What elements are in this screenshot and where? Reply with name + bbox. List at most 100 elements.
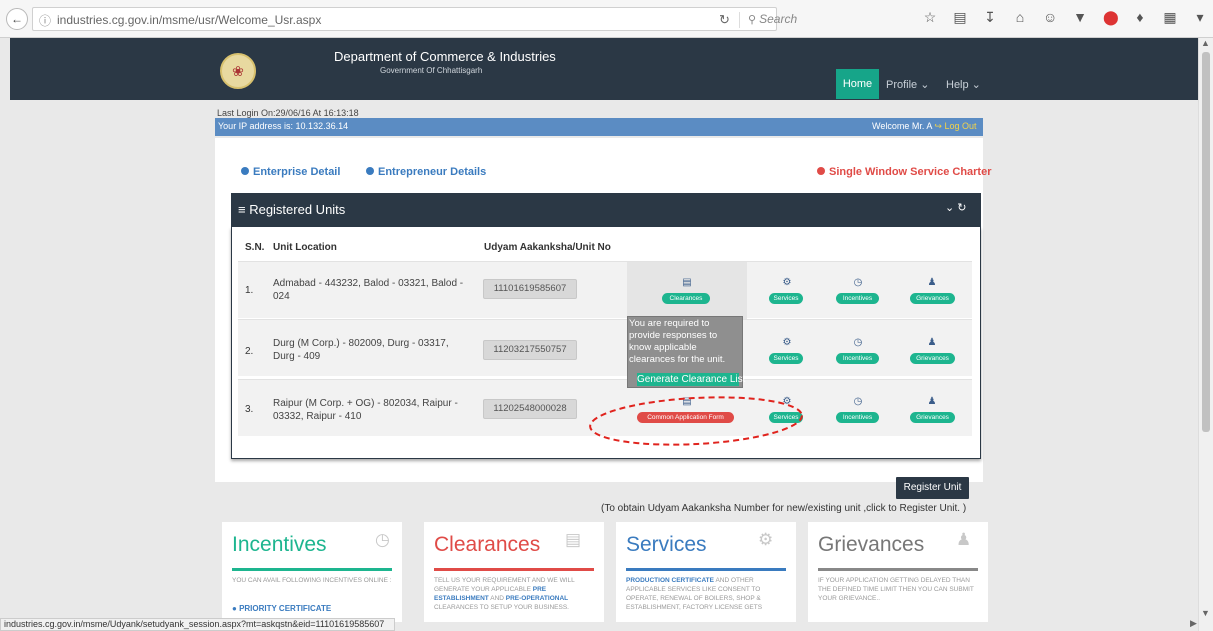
row-location: Raipur (M Corp. + OG) - 802034, Raipur -… — [273, 398, 458, 422]
welcome-message: Welcome Mr. A ↪ Log Out — [872, 121, 976, 132]
adblock-icon[interactable]: ⬤ — [1103, 9, 1119, 29]
services-tile-title: Services — [626, 533, 707, 556]
row-sn: 1. — [245, 285, 254, 296]
user-icon: ♟ — [956, 530, 972, 549]
logout-link[interactable]: Log Out — [944, 121, 976, 131]
search-placeholder: Search — [759, 12, 798, 26]
clearances-tile-text: TELL US YOUR REQUIREMENT AND WE WILL GEN… — [434, 577, 575, 611]
row-location: Admabad - 443232, Balod - 03321, Balod -… — [273, 278, 464, 302]
clock-icon: ◷ — [853, 396, 863, 407]
department-title: Department of Commerce & Industries — [334, 49, 556, 64]
nav-help[interactable]: Help ⌄ — [946, 78, 981, 91]
enterprise-detail-link[interactable]: Enterprise Detail — [241, 166, 340, 178]
grievances-button[interactable]: Grievances — [910, 353, 955, 364]
reload-icon[interactable]: ↻ — [719, 12, 730, 28]
registered-units-title: ≡ Registered Units — [238, 202, 346, 217]
download-icon[interactable]: ↧ — [983, 9, 997, 29]
row-location: Durg (M Corp.) - 802009, Durg - 03317, D… — [273, 338, 449, 362]
clearances-cell[interactable] — [627, 262, 747, 319]
status-bar-url: industries.cg.gov.in/msme/Udyank/setudya… — [0, 618, 395, 631]
incentives-tile-text: YOU CAN AVAIL FOLLOWING INCENTIVES ONLIN… — [232, 577, 392, 584]
star-icon[interactable]: ☆ — [923, 9, 937, 29]
services-button[interactable]: Services — [769, 353, 803, 364]
row-sn: 2. — [245, 346, 254, 357]
nav-profile[interactable]: Profile ⌄ — [886, 78, 929, 91]
search-icon: ⚲ — [748, 14, 757, 26]
service-charter-label: Single Window Service Charter — [829, 166, 992, 178]
home-icon[interactable]: ⌂ — [1013, 9, 1027, 29]
scroll-right-icon[interactable]: ▶ — [1190, 618, 1197, 629]
incentives-button[interactable]: Incentives — [836, 293, 879, 304]
page-icon[interactable]: ▦ — [1163, 9, 1177, 29]
services-button[interactable]: Services — [769, 293, 803, 304]
annotation-ellipse — [589, 396, 803, 446]
user-icon: ♟ — [927, 337, 937, 348]
row-unit-no: 11101619585607 — [483, 279, 577, 299]
search-input[interactable]: ⚲ Search — [739, 12, 949, 28]
incentives-tile-title: Incentives — [232, 533, 327, 556]
scroll-up-icon[interactable]: ▲ — [1201, 38, 1210, 48]
clearances-tile-title: Clearances — [434, 533, 541, 556]
last-login: Last Login On:29/06/16 At 16:13:18 — [217, 108, 359, 118]
user-icon: ♟ — [927, 277, 937, 288]
browser-icons: ☆ ▤ ↧ ⌂ ☺ ▼ ⬤ ♦ ▦ ▾ ≡ — [923, 9, 1213, 29]
register-unit-button[interactable]: Register Unit — [896, 477, 969, 499]
incentives-tile-bar — [232, 568, 392, 571]
bullet-icon — [366, 167, 374, 175]
entrepreneur-details-label: Entrepreneur Details — [378, 166, 487, 178]
nav-home[interactable]: Home — [836, 69, 879, 99]
grievances-button[interactable]: Grievances — [910, 412, 955, 423]
scroll-down-icon[interactable]: ▼ — [1201, 608, 1210, 618]
priority-certificate-link[interactable]: ● PRIORITY CERTIFICATE — [232, 604, 396, 613]
chat-icon[interactable]: ☺ — [1043, 9, 1057, 29]
panel-controls[interactable]: ⌄ ↻ — [945, 201, 967, 214]
services-tile-text: PRODUCTION CERTIFICATE AND OTHER APPLICA… — [626, 577, 763, 611]
tooltip-text: You are required to provide responses to… — [629, 318, 726, 365]
service-charter-link[interactable]: Single Window Service Charter — [817, 166, 992, 178]
enterprise-detail-label: Enterprise Detail — [253, 166, 341, 178]
col-unit-no: Udyam Aakanksha/Unit No — [484, 242, 611, 253]
back-arrow-icon[interactable]: ← — [6, 8, 28, 30]
row-unit-no: 11202548000028 — [483, 399, 577, 419]
clock-icon: ◷ — [853, 337, 863, 348]
logout-icon[interactable]: ↪ — [934, 121, 942, 131]
pocket-icon[interactable]: ▼ — [1073, 9, 1087, 29]
extension-icon[interactable]: ♦ — [1133, 9, 1147, 29]
gears-icon: ⚙ — [782, 337, 792, 348]
priority-certificate-label: PRIORITY CERTIFICATE — [239, 604, 332, 613]
government-subtitle: Government Of Chhattisgarh — [380, 66, 483, 75]
clearances-button[interactable]: Clearances — [662, 293, 710, 304]
grievances-tile-bar — [818, 568, 978, 571]
row-sn: 3. — [245, 404, 254, 415]
bullet-icon — [241, 167, 249, 175]
gears-icon: ⚙ — [782, 277, 792, 288]
lifebuoy-icon — [817, 167, 825, 175]
entrepreneur-details-link[interactable]: Entrepreneur Details — [366, 166, 486, 178]
address-bar[interactable]: ⓘ industries.cg.gov.in/msme/usr/Welcome_… — [32, 7, 797, 31]
user-icon: ♟ — [927, 396, 937, 407]
incentives-button[interactable]: Incentives — [836, 353, 879, 364]
overflow-icon[interactable]: ▾ — [1193, 9, 1207, 29]
emblem-logo: ❀ — [220, 53, 256, 89]
grievances-tile-text: IF YOUR APPLICATION GETTING DELAYED THAN… — [818, 577, 974, 602]
clock-icon: ◷ — [853, 277, 863, 288]
col-unit-location: Unit Location — [273, 242, 337, 253]
scrollbar-thumb[interactable] — [1202, 52, 1210, 432]
row-unit-no: 11203217550757 — [483, 340, 577, 360]
site-header — [10, 38, 1198, 100]
generate-clearance-list-button[interactable]: Generate Clearance List — [637, 373, 745, 386]
gears-icon: ⚙ — [758, 530, 774, 549]
grievances-tile-title: Grievances — [818, 533, 925, 556]
register-note: (To obtain Udyam Aakanksha Number for ne… — [601, 503, 967, 514]
ip-address: Your IP address is: 10.132.36.14 — [218, 121, 349, 131]
services-tile-bar — [626, 568, 786, 571]
info-icon[interactable]: ⓘ — [39, 12, 51, 29]
welcome-text: Welcome Mr. A — [872, 121, 932, 131]
incentives-button[interactable]: Incentives — [836, 412, 879, 423]
clock-icon: ◷ — [375, 530, 390, 549]
url-text: industries.cg.gov.in/msme/usr/Welcome_Us… — [57, 13, 322, 27]
reading-list-icon[interactable]: ▤ — [953, 9, 967, 29]
grievances-button[interactable]: Grievances — [910, 293, 955, 304]
clearances-tile-bar — [434, 568, 594, 571]
calendar-icon: ▤ — [565, 530, 582, 549]
